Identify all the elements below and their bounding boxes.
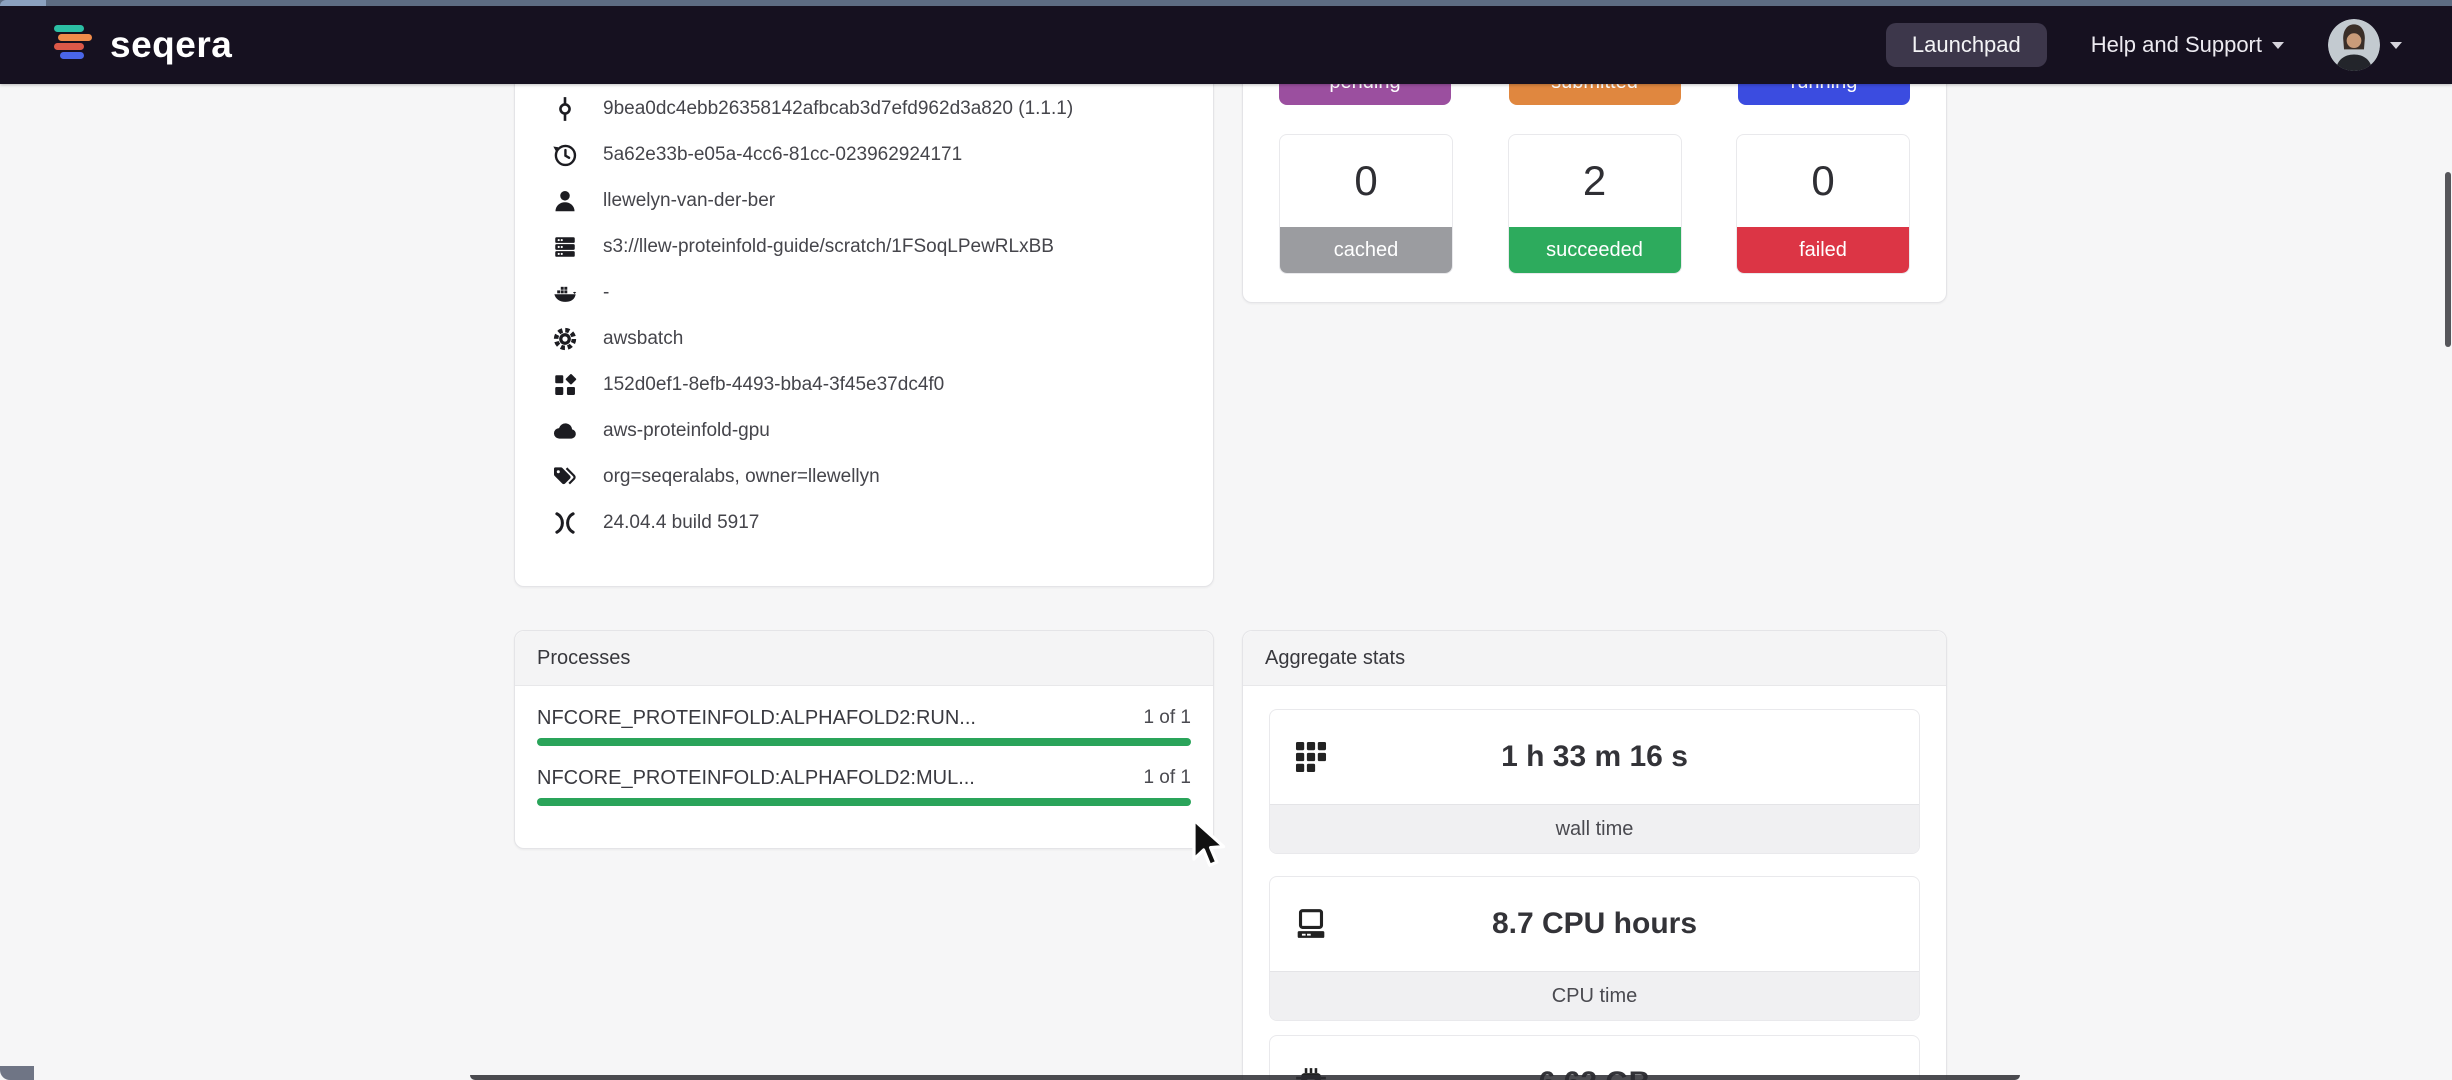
cached-count: 0 — [1280, 135, 1452, 227]
cpu-hours-value: 8.7 CPU hours — [1492, 907, 1697, 941]
container-value: - — [603, 282, 609, 304]
aggregate-stats-body: 1 h 33 m 16 s wall time 8.7 CPU hours CP — [1243, 686, 1946, 1080]
detail-row-user: llewelyn-van-der-ber — [515, 178, 1213, 224]
help-support-menu[interactable]: Help and Support — [2091, 32, 2284, 58]
detail-row-executor: awsbatch — [515, 316, 1213, 362]
detail-row-compute-env: aws-proteinfold-gpu — [515, 408, 1213, 454]
detail-row-tags: org=seqeralabs, owner=llewellyn — [515, 454, 1213, 500]
detail-row-session: 5a62e33b-e05a-4cc6-81cc-023962924171 — [515, 132, 1213, 178]
cached-label: cached — [1280, 227, 1452, 273]
user-icon — [551, 187, 579, 215]
processes-header: Processes — [515, 631, 1213, 686]
blocks-icon — [551, 371, 579, 399]
compute-env-name-value: aws-proteinfold-gpu — [603, 420, 770, 442]
tags-icon — [551, 463, 579, 491]
wall-time-label: wall time — [1270, 804, 1919, 853]
failed-label: failed — [1737, 227, 1909, 273]
mouse-cursor — [1190, 818, 1232, 875]
detail-row-workdir: s3://llew-proteinfold-guide/scratch/1FSo… — [515, 224, 1213, 270]
run-details-panel: 9bea0dc4ebb26358142afbcab3d7efd962d3a820… — [514, 20, 1214, 587]
nextflow-version-value: 24.04.4 build 5917 — [603, 512, 759, 534]
run-details-list: 9bea0dc4ebb26358142afbcab3d7efd962d3a820… — [515, 21, 1213, 546]
cloud-icon — [551, 417, 579, 445]
window-bottom-corner — [0, 1066, 34, 1080]
history-icon — [551, 141, 579, 169]
tags-value: org=seqeralabs, owner=llewellyn — [603, 466, 880, 488]
failed-count: 0 — [1737, 135, 1909, 227]
git-commit-icon — [551, 95, 579, 123]
compute-env-id-value: 152d0ef1-8efb-4493-bba4-3f45e37dc4f0 — [603, 374, 944, 396]
docker-icon — [551, 279, 579, 307]
aggregate-stats-title: Aggregate stats — [1265, 647, 1405, 670]
workdir-value: s3://llew-proteinfold-guide/scratch/1FSo… — [603, 236, 1054, 258]
navbar-right-group: Launchpad Help and Support — [1886, 19, 2402, 71]
window-top-corner — [0, 0, 46, 6]
memory-card: 6.62 GB — [1269, 1035, 1920, 1080]
detail-row-compute-env-id: 152d0ef1-8efb-4493-bba4-3f45e37dc4f0 — [515, 362, 1213, 408]
gear-icon — [551, 325, 579, 353]
processes-panel: Processes NFCORE_PROTEINFOLD:ALPHAFOLD2:… — [514, 630, 1214, 849]
launchpad-button[interactable]: Launchpad — [1886, 23, 2047, 67]
nextflow-icon — [551, 509, 579, 537]
wall-time-card: 1 h 33 m 16 s wall time — [1269, 709, 1920, 854]
process-progress-label: 1 of 1 — [1143, 767, 1191, 789]
aggregate-stats-header: Aggregate stats — [1243, 631, 1946, 686]
executor-value: awsbatch — [603, 328, 683, 350]
grid-icon — [1294, 740, 1328, 774]
seqera-logo-icon — [50, 23, 96, 68]
chevron-down-icon — [2390, 42, 2402, 49]
detail-row-container: - — [515, 270, 1213, 316]
chevron-down-icon — [2272, 42, 2284, 49]
process-name: NFCORE_PROTEINFOLD:ALPHAFOLD2:MUL... — [537, 767, 975, 790]
status-card-cached[interactable]: 0 cached — [1279, 134, 1453, 274]
server-icon — [551, 233, 579, 261]
aggregate-stats-panel: Aggregate stats 1 h 33 m 16 s wall time — [1242, 630, 1947, 1080]
computer-icon — [1294, 907, 1328, 941]
wall-time-value: 1 h 33 m 16 s — [1501, 740, 1688, 774]
avatar — [2328, 19, 2380, 71]
status-card-failed[interactable]: 0 failed — [1736, 134, 1910, 274]
window-top-edge — [0, 0, 2452, 6]
seqera-logo[interactable]: seqera — [50, 23, 232, 68]
cpu-time-card: 8.7 CPU hours CPU time — [1269, 876, 1920, 1021]
process-row[interactable]: NFCORE_PROTEINFOLD:ALPHAFOLD2:MUL... 1 o… — [537, 758, 1191, 806]
status-cards-row: 0 cached 2 succeeded 0 failed — [1243, 134, 1946, 274]
process-name: NFCORE_PROTEINFOLD:ALPHAFOLD2:RUN... — [537, 707, 976, 730]
help-support-label: Help and Support — [2091, 32, 2262, 58]
commit-id-value: 9bea0dc4ebb26358142afbcab3d7efd962d3a820… — [603, 98, 1073, 120]
detail-row-nextflow-version: 24.04.4 build 5917 — [515, 500, 1213, 546]
process-row[interactable]: NFCORE_PROTEINFOLD:ALPHAFOLD2:RUN... 1 o… — [537, 698, 1191, 746]
process-progress-bar — [537, 798, 1191, 806]
status-card-succeeded[interactable]: 2 succeeded — [1508, 134, 1682, 274]
succeeded-count: 2 — [1509, 135, 1681, 227]
brand-name: seqera — [110, 24, 232, 66]
app-window: seqera Launchpad Help and Support — [0, 0, 2452, 1080]
session-id-value: 5a62e33b-e05a-4cc6-81cc-023962924171 — [603, 144, 962, 166]
cpu-time-label: CPU time — [1270, 971, 1919, 1020]
process-progress-bar — [537, 738, 1191, 746]
top-navbar: seqera Launchpad Help and Support — [0, 6, 2452, 84]
processes-title: Processes — [537, 647, 630, 670]
process-progress-label: 1 of 1 — [1143, 707, 1191, 729]
username-value: llewelyn-van-der-ber — [603, 190, 775, 212]
vertical-scrollbar-thumb[interactable] — [2445, 172, 2451, 347]
user-avatar-menu[interactable] — [2328, 19, 2402, 71]
window-bottom-edge — [470, 1075, 2020, 1080]
detail-row-commit: 9bea0dc4ebb26358142afbcab3d7efd962d3a820… — [515, 86, 1213, 132]
processes-body: NFCORE_PROTEINFOLD:ALPHAFOLD2:RUN... 1 o… — [515, 686, 1213, 806]
succeeded-label: succeeded — [1509, 227, 1681, 273]
